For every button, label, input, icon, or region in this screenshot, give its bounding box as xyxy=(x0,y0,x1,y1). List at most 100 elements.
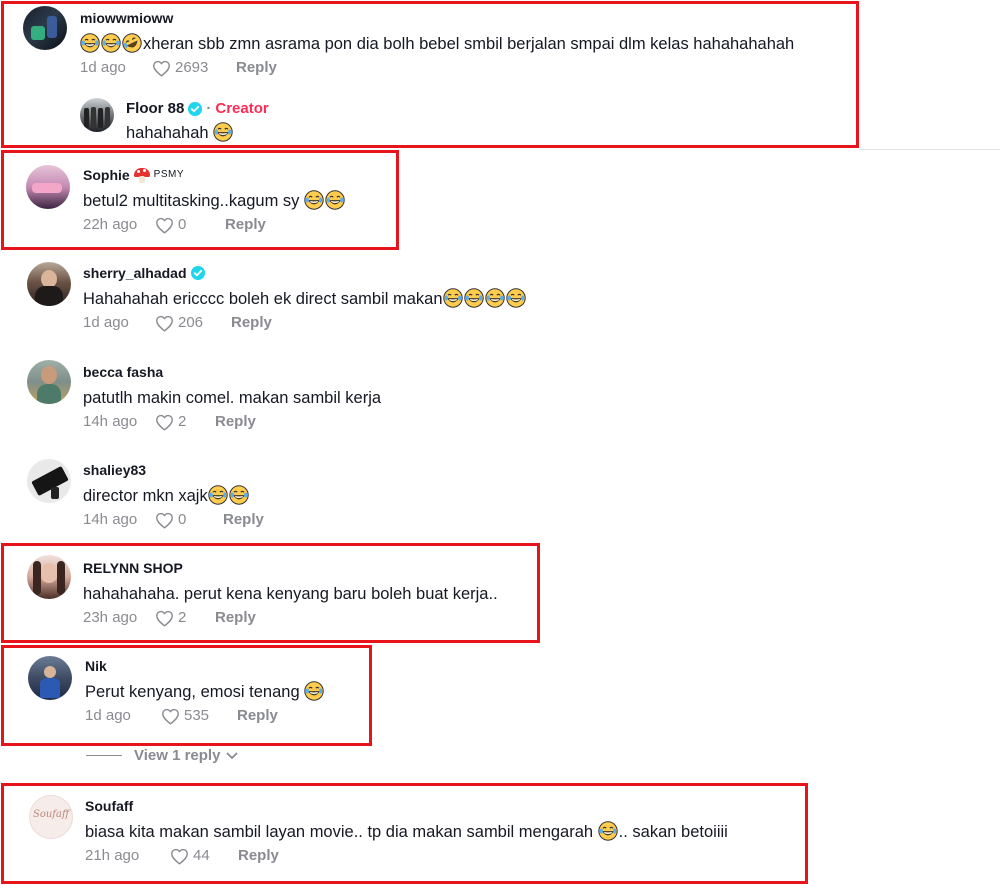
like-count: 44 xyxy=(193,847,210,864)
separator-dot: · xyxy=(206,100,212,117)
like-count: 2 xyxy=(178,413,187,430)
comment-text: biasa kita makan sambil layan movie.. tp… xyxy=(85,823,728,841)
face-with-tears-of-joy-emoji xyxy=(506,288,526,308)
view-replies-line xyxy=(86,755,122,756)
comment-username[interactable]: Sophie PSMY xyxy=(83,166,346,184)
reply-button[interactable]: Reply xyxy=(215,608,256,628)
heart-outline-icon xyxy=(155,610,174,627)
face-with-tears-of-joy-emoji xyxy=(325,190,345,210)
avatar[interactable] xyxy=(28,656,72,700)
face-with-tears-of-joy-emoji xyxy=(213,122,233,142)
face-with-tears-of-joy-emoji xyxy=(443,288,463,308)
avatar[interactable] xyxy=(26,165,70,209)
heart-outline-icon xyxy=(155,315,174,332)
reply-button[interactable]: Reply xyxy=(231,313,272,333)
like-button[interactable]: 2693 xyxy=(152,58,236,78)
mushroom-emoji xyxy=(133,167,150,183)
comment-text: director mkn xajk xyxy=(83,485,264,507)
comment-meta: 21h ago 44 Reply xyxy=(85,846,728,866)
comment-text: hahahahaha. perut kena kenyang baru bole… xyxy=(83,585,498,603)
like-count: 206 xyxy=(178,314,204,331)
reply-button[interactable]: Reply xyxy=(223,510,264,530)
view-replies-label: View 1 reply xyxy=(134,747,221,764)
like-button[interactable]: 2 xyxy=(155,608,215,628)
comment-time: 23h ago xyxy=(83,609,138,626)
comment-username[interactable]: shaliey83 xyxy=(83,461,264,479)
comment-username[interactable]: Soufaff xyxy=(85,797,728,815)
comment-time: 1d ago xyxy=(85,707,131,724)
comment-username[interactable]: sherry_alhadad xyxy=(83,264,527,282)
face-with-tears-of-joy-emoji xyxy=(80,33,100,53)
comment-shaliey83: shaliey83 director mkn xajk 14h ago 0 Re… xyxy=(0,452,700,542)
comment-username[interactable]: miowwmioww xyxy=(80,9,794,27)
heart-outline-icon xyxy=(170,848,189,865)
comment-meta: 1d ago 535 Reply xyxy=(85,706,325,726)
like-button[interactable]: 2 xyxy=(155,412,215,432)
comment-username[interactable]: RELYNN SHOP xyxy=(83,559,498,577)
comment-relynn-shop: RELYNN SHOP hahahahaha. perut kena kenya… xyxy=(0,545,540,643)
like-button[interactable]: 535 xyxy=(161,706,237,726)
comment-text: Perut kenyang, emosi tenang xyxy=(85,681,325,703)
face-with-tears-of-joy-emoji xyxy=(304,681,324,701)
like-button[interactable]: 0 xyxy=(155,510,223,530)
comment-meta: 22h ago 0 Reply xyxy=(83,215,346,235)
comment-miowwmioww: miowwmioww xheran sbb zmn asrama pon dia… xyxy=(0,0,860,148)
comment-text: patutlh makin comel. makan sambil kerja xyxy=(83,389,382,407)
like-count: 535 xyxy=(184,707,210,724)
comment-time: 1d ago xyxy=(80,59,126,76)
face-with-tears-of-joy-emoji xyxy=(485,288,505,308)
creator-badge: Creator xyxy=(215,100,269,117)
comment-time: 21h ago xyxy=(85,847,140,864)
like-count: 2693 xyxy=(175,59,209,76)
comment-time: 14h ago xyxy=(83,413,138,430)
user-tag: PSMY xyxy=(153,169,185,180)
reply-username[interactable]: Floor 88 · Creator xyxy=(126,100,269,118)
comment-time: 22h ago xyxy=(83,216,138,233)
reply-button[interactable]: Reply xyxy=(236,58,277,78)
like-button[interactable]: 206 xyxy=(155,313,231,333)
comment-meta: 1d ago 206 Reply xyxy=(83,313,527,333)
heart-outline-icon xyxy=(155,217,174,234)
comment-sherry-alhadad: sherry_alhadad Hahahahah ericccc boleh e… xyxy=(0,255,700,345)
like-button[interactable]: 0 xyxy=(155,215,225,235)
avatar[interactable] xyxy=(27,360,71,404)
like-count: 0 xyxy=(178,216,187,233)
avatar[interactable] xyxy=(27,459,71,503)
comment-time: 14h ago xyxy=(83,511,138,528)
comment-text: Hahahahah ericccc boleh ek direct sambil… xyxy=(83,288,527,310)
comment-sophie: Sophie PSMY betul2 multitasking..kagum s… xyxy=(0,150,400,250)
reply-button[interactable]: Reply xyxy=(225,215,266,235)
comment-time: 1d ago xyxy=(83,314,129,331)
avatar[interactable] xyxy=(23,6,67,50)
avatar[interactable]: Soufaff xyxy=(29,795,73,839)
comment-username[interactable]: becca fasha xyxy=(83,363,381,381)
comment-meta: 1d ago 2693 Reply xyxy=(80,58,794,78)
comment-soufaff: Soufaff Soufaff biasa kita makan sambil … xyxy=(0,783,808,885)
comment-becca-fasha: becca fasha patutlh makin comel. makan s… xyxy=(0,354,700,444)
view-replies-button[interactable]: View 1 reply xyxy=(86,747,238,764)
like-count: 0 xyxy=(178,511,187,528)
avatar[interactable] xyxy=(27,555,71,599)
comment-text: betul2 multitasking..kagum sy xyxy=(83,190,346,212)
avatar[interactable] xyxy=(27,262,71,306)
comment-nik: Nik Perut kenyang, emosi tenang 1d ago 5… xyxy=(0,648,372,744)
like-count: 2 xyxy=(178,609,187,626)
heart-outline-icon xyxy=(152,60,171,77)
comment-username[interactable]: Nik xyxy=(85,657,325,675)
avatar-logo-text: Soufaff xyxy=(33,809,70,820)
reply-button[interactable]: Reply xyxy=(237,706,278,726)
face-with-tears-of-joy-emoji xyxy=(101,33,121,53)
comment-meta: 23h ago 2 Reply xyxy=(83,608,498,628)
rolling-on-floor-laughing-emoji xyxy=(122,33,142,53)
creator-reply: Floor 88 · Creator hahahahah xyxy=(126,100,269,144)
like-button[interactable]: 44 xyxy=(170,846,238,866)
reply-button[interactable]: Reply xyxy=(238,846,279,866)
heart-outline-icon xyxy=(155,512,174,529)
face-with-tears-of-joy-emoji xyxy=(208,485,228,505)
reply-button[interactable]: Reply xyxy=(215,412,256,432)
comment-text: xheran sbb zmn asrama pon dia bolh bebel… xyxy=(80,33,794,55)
chevron-down-icon xyxy=(227,752,238,759)
comment-meta: 14h ago 2 Reply xyxy=(83,412,381,432)
avatar[interactable] xyxy=(80,98,114,132)
face-with-tears-of-joy-emoji xyxy=(304,190,324,210)
